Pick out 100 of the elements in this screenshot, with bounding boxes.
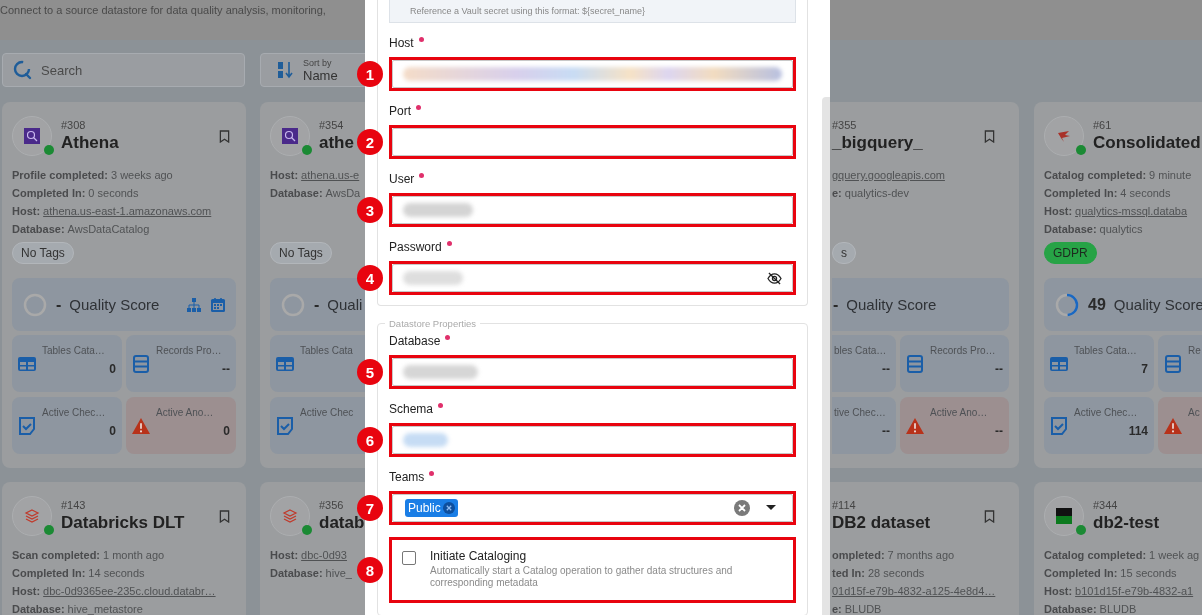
meta-value: 4 seconds (1120, 187, 1171, 199)
calendar-icon[interactable] (210, 296, 226, 313)
metric-label: Re (1188, 345, 1201, 356)
score-label: Quali (327, 296, 363, 313)
host-link[interactable]: dbc-0d93 (301, 549, 347, 561)
checkbox[interactable] (402, 551, 416, 565)
metric-label: Tables Cata (300, 345, 353, 356)
magnifier-logo-icon (24, 128, 40, 144)
datastore-number: #308 (61, 118, 87, 132)
tag-chip: No Tags (12, 242, 74, 264)
score-label: Quality Score (69, 296, 160, 313)
score-value: - (314, 295, 320, 314)
caret-icon[interactable] (766, 505, 776, 511)
hierarchy-icon[interactable] (186, 296, 202, 313)
checklist-icon (275, 415, 295, 436)
metric-label: Records Pro… (156, 345, 222, 356)
step-badge: 6 (357, 427, 383, 453)
vault-hint: Reference a Vault secret using this format: ${secret_name} (389, 0, 796, 23)
score-label: Quality Score (846, 296, 937, 313)
meta-value: hive_ (325, 567, 352, 579)
datastore-name: athe (319, 132, 354, 154)
host-link[interactable]: athena.us-e (301, 169, 360, 181)
bookmark-icon[interactable] (219, 130, 230, 143)
datastore-card[interactable]: #344 db2-test Catalog completed: 1 week ag Completed In: 15 seconds Host: b101d15f-e79b-4832-a1 Database: BLUDB (1034, 482, 1202, 615)
datastore-card[interactable]: #355 _bigquery_ gquery.googleapis.com e: qualytics-dev s - Quality Score bles Cata… -- Records Pro… -- tive Chec… -- Active Ano… -- (830, 102, 1019, 468)
meta-label: Database: (270, 567, 323, 579)
meta-label: Host: (12, 205, 41, 217)
sort-button[interactable]: Sort by Name (260, 53, 365, 87)
blurred-value (403, 271, 463, 285)
datastore-name: Consolidated (1093, 132, 1201, 154)
list-icon (905, 353, 925, 374)
status-dot (302, 145, 312, 155)
meta-value: AwsDataCatalog (67, 223, 150, 235)
teams-select[interactable]: Public (392, 494, 793, 522)
status-dot (1076, 145, 1086, 155)
meta-value: qualytics-dev (844, 187, 909, 199)
eye-off-icon[interactable] (767, 271, 782, 285)
status-dot (1076, 525, 1086, 535)
bookmark-icon[interactable] (219, 510, 230, 523)
datastore-card[interactable] (2, 102, 246, 468)
clear-icon[interactable] (734, 500, 750, 516)
datastore-name: _bigquery_ (832, 132, 923, 154)
meta-label: Host: (1044, 585, 1073, 597)
score-value: 49 (1088, 295, 1106, 314)
blurred-value (403, 433, 448, 447)
host-link[interactable]: gquery.googleapis.com (832, 169, 945, 181)
datastore-name: DB2 dataset (832, 512, 931, 534)
meta-label: Completed In: (12, 567, 86, 579)
meta-value: AwsDa (325, 187, 361, 199)
required-dot (419, 173, 425, 178)
meta-value: 9 minute (1149, 169, 1192, 181)
bookmark-icon[interactable] (984, 510, 995, 523)
meta-label: Database: (1044, 223, 1097, 235)
checklist-icon (17, 415, 37, 436)
field-label: Database (389, 333, 441, 349)
meta-label: Scan completed: (12, 549, 101, 561)
host-link[interactable]: dbc-0d9365ee-235c.cloud.databr… (43, 585, 216, 597)
host-link[interactable]: qualytics-mssql.databa (1075, 205, 1187, 217)
step-badge: 5 (357, 359, 383, 385)
host-link[interactable]: 01d15f-e79b-4832-a125-4e8d4… (832, 585, 996, 597)
tag-chip: s (832, 242, 856, 264)
required-dot (438, 403, 444, 408)
warning-icon (905, 416, 925, 435)
host-link[interactable]: b101d15f-e79b-4832-a1 (1075, 585, 1194, 597)
page-subtitle: Connect to a source datastore for data quality analysis, monitoring, (0, 4, 326, 16)
meta-label: Database: (12, 223, 65, 235)
step-badge: 8 (357, 557, 383, 583)
meta-label: ompleted: (832, 549, 885, 561)
datastore-number: #114 (832, 498, 857, 512)
tag-chip: No Tags (270, 242, 332, 264)
metric-value: 0 (223, 424, 230, 438)
meta-value: 7 months ago (887, 549, 955, 561)
datastore-card[interactable]: #354 athe Host: athena.us-e Database: AwsDa No Tags - Quali Tables Cata Active Chec (260, 102, 365, 468)
score-value: - (833, 295, 839, 314)
layers-icon (24, 508, 40, 524)
datastore-card[interactable]: #114 DB2 dataset ompleted: 7 months ago ted In: 28 seconds 01d15f-e79b-4832-a125-4e8d4… e: BLUDB (830, 482, 1019, 615)
datastore-name: Databricks DLT (61, 512, 185, 534)
meta-label: Completed In: (12, 187, 86, 199)
chip-remove-icon[interactable] (442, 502, 455, 514)
metric-value: 7 (1141, 362, 1148, 376)
metric-label: Active Chec… (42, 407, 106, 418)
meta-value: 1 week ag (1149, 549, 1200, 561)
meta-label: Host: (270, 169, 299, 181)
datastore-number: #344 (1093, 498, 1119, 512)
required-dot (416, 105, 421, 110)
meta-value: 3 weeks ago (110, 169, 173, 181)
host-link[interactable]: athena.us-east-1.amazonaws.com (43, 205, 212, 217)
required-dot (418, 37, 424, 42)
datastore-number: #355 (832, 118, 858, 132)
metric-label: Active Ano… (930, 407, 988, 418)
meta-label: ted In: (832, 567, 865, 579)
datastore-card[interactable]: #143 Databricks DLT Scan completed: 1 month ago Completed In: 14 seconds Host: dbc-0d9365ee-235c.cloud.databr… Database: hive_metastore (2, 482, 246, 615)
chip-text: Public (408, 501, 441, 515)
datastore-name: Athena (61, 132, 119, 154)
search-field[interactable]: Search (2, 53, 245, 87)
step-badge: 3 (357, 197, 383, 223)
meta-value: 1 month ago (103, 549, 165, 561)
meta-label: Database: (12, 603, 65, 615)
bookmark-icon[interactable] (984, 130, 995, 143)
scrollbar[interactable] (822, 97, 830, 615)
